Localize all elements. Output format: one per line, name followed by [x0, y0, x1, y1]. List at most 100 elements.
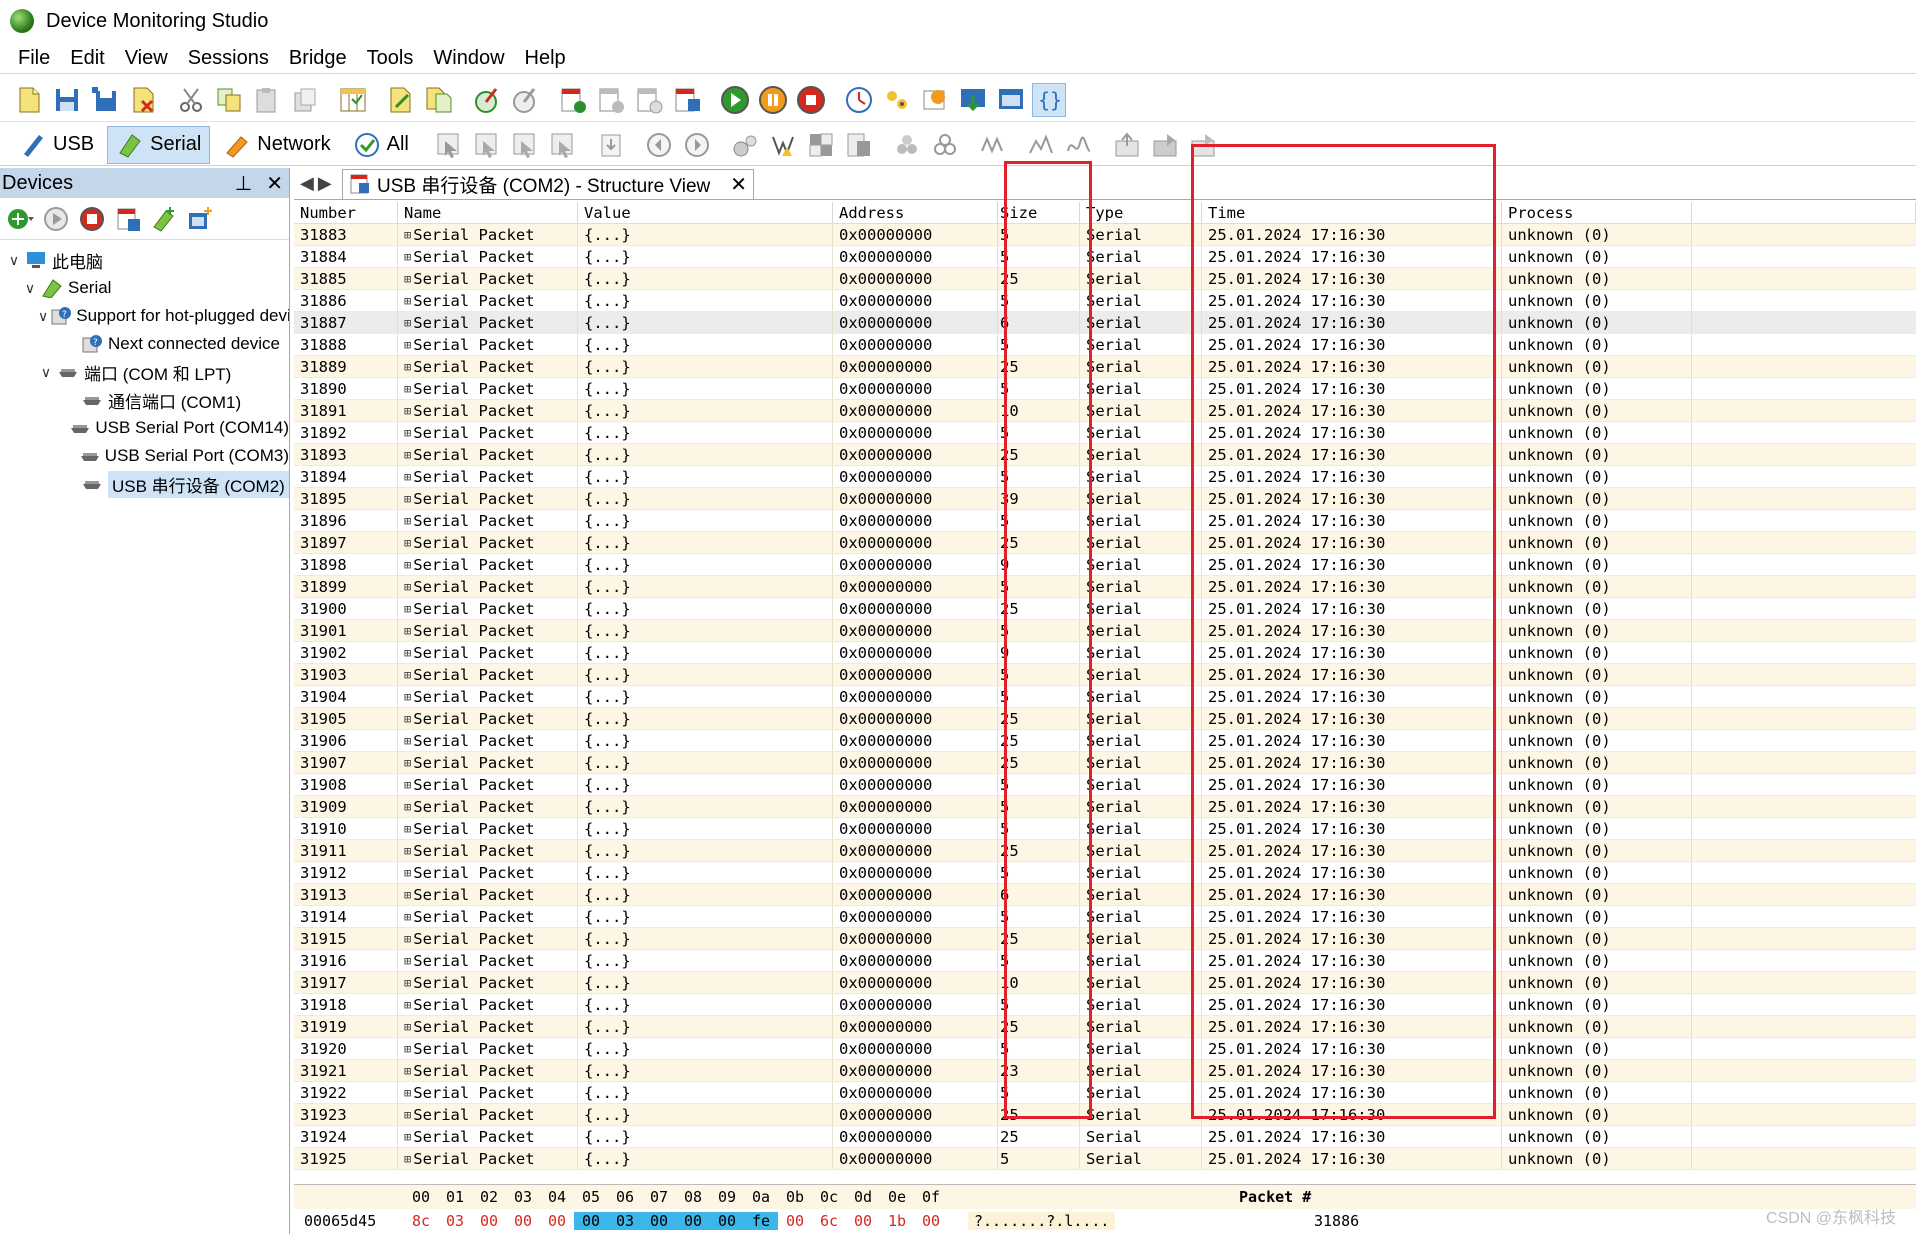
expand-icon[interactable]: ⊞: [404, 338, 411, 352]
expand-icon[interactable]: ⊞: [404, 1020, 411, 1034]
clear-capture-icon[interactable]: [508, 83, 542, 117]
table-row[interactable]: 31923 ⊞ Serial Packet {...} 0x00000000 25 Seri…: [294, 1104, 1916, 1126]
hex-byte[interactable]: 00: [574, 1212, 608, 1230]
chevron-down-icon[interactable]: ∨: [38, 364, 54, 381]
paste-icon[interactable]: [250, 83, 284, 117]
hex-byte[interactable]: 00: [846, 1212, 880, 1230]
tree-item-com14[interactable]: USB Serial Port (COM14): [0, 414, 289, 442]
expand-icon[interactable]: ⊞: [404, 866, 411, 880]
menu-help[interactable]: Help: [515, 47, 576, 70]
tab-structure-view[interactable]: USB 串行设备 (COM2) - Structure View ✕: [342, 168, 755, 199]
table-row[interactable]: 31918 ⊞ Serial Packet {...} 0x00000000 5 Seria…: [294, 994, 1916, 1016]
menu-tools[interactable]: Tools: [357, 47, 424, 70]
filter-settings-icon[interactable]: [728, 128, 762, 162]
tree-item-serial[interactable]: ∨ Serial: [0, 274, 289, 302]
tree-item-com1[interactable]: 通信端口 (COM1): [0, 386, 289, 414]
copy-icon[interactable]: [212, 83, 246, 117]
column-time[interactable]: Time: [1202, 202, 1502, 223]
window-layout-icon[interactable]: [994, 83, 1028, 117]
hex-byte[interactable]: 00: [472, 1212, 506, 1230]
send-icon[interactable]: [1110, 128, 1144, 162]
expand-icon[interactable]: ⊞: [404, 668, 411, 682]
timer-icon[interactable]: [842, 83, 876, 117]
menu-window[interactable]: Window: [423, 47, 514, 70]
tree-item-ports[interactable]: ∨ 端口 (COM 和 LPT): [0, 358, 289, 386]
tree-item-next-connected[interactable]: ? Next connected device: [0, 330, 289, 358]
filter-usb-button[interactable]: USB: [10, 126, 103, 164]
expand-icon[interactable]: ⊞: [404, 492, 411, 506]
waveform-icon[interactable]: [976, 128, 1010, 162]
add-device-icon[interactable]: [150, 205, 178, 233]
table-row[interactable]: 31905 ⊞ Serial Packet {...} 0x00000000 25 Seri…: [294, 708, 1916, 730]
packets-icon[interactable]: [890, 128, 924, 162]
table-row[interactable]: 31892 ⊞ Serial Packet {...} 0x00000000 5 Seria…: [294, 422, 1916, 444]
select-columns-icon[interactable]: [336, 83, 370, 117]
expand-icon[interactable]: ⊞: [404, 602, 411, 616]
options-icon[interactable]: [918, 83, 952, 117]
table-row[interactable]: 31915 ⊞ Serial Packet {...} 0x00000000 25 Seri…: [294, 928, 1916, 950]
tree-item-hot-plugged[interactable]: ∨ ? Support for hot-plugged devices: [0, 302, 289, 330]
table-row[interactable]: 31893 ⊞ Serial Packet {...} 0x00000000 25 Seri…: [294, 444, 1916, 466]
table-row[interactable]: 31912 ⊞ Serial Packet {...} 0x00000000 5 Seria…: [294, 862, 1916, 884]
table-row[interactable]: 31891 ⊞ Serial Packet {...} 0x00000000 10 Seri…: [294, 400, 1916, 422]
table-row[interactable]: 31900 ⊞ Serial Packet {...} 0x00000000 25 Seri…: [294, 598, 1916, 620]
table-row[interactable]: 31910 ⊞ Serial Packet {...} 0x00000000 5 Seria…: [294, 818, 1916, 840]
expand-icon[interactable]: ⊞: [404, 250, 411, 264]
session-settings-icon[interactable]: [594, 83, 628, 117]
table-row[interactable]: 31888 ⊞ Serial Packet {...} 0x00000000 5 Seria…: [294, 334, 1916, 356]
expand-icon[interactable]: ⊞: [404, 888, 411, 902]
expand-icon[interactable]: ⊞: [404, 998, 411, 1012]
hex-byte[interactable]: 00: [914, 1212, 948, 1230]
stop-monitoring-icon[interactable]: [78, 205, 106, 233]
filter-all-button[interactable]: All: [344, 126, 418, 164]
previous-icon[interactable]: [642, 128, 676, 162]
expand-icon[interactable]: ⊞: [404, 558, 411, 572]
table-row[interactable]: 31914 ⊞ Serial Packet {...} 0x00000000 5 Seria…: [294, 906, 1916, 928]
tree-item-this-pc[interactable]: ∨ 此电脑: [0, 246, 289, 274]
expand-icon[interactable]: ⊞: [404, 448, 411, 462]
send-packet-icon[interactable]: [1186, 128, 1220, 162]
pause-icon[interactable]: [756, 83, 790, 117]
hex-byte[interactable]: 03: [608, 1212, 642, 1230]
table-row[interactable]: 31901 ⊞ Serial Packet {...} 0x00000000 5 Seria…: [294, 620, 1916, 642]
capture-icon[interactable]: [470, 83, 504, 117]
tree-item-com2[interactable]: USB 串行设备 (COM2): [0, 470, 289, 498]
expand-icon[interactable]: ⊞: [404, 778, 411, 792]
table-row[interactable]: 31897 ⊞ Serial Packet {...} 0x00000000 25 Seri…: [294, 532, 1916, 554]
save-icon[interactable]: [50, 83, 84, 117]
download-icon[interactable]: [956, 83, 990, 117]
table-row[interactable]: 31898 ⊞ Serial Packet {...} 0x00000000 9 Seria…: [294, 554, 1916, 576]
expand-icon[interactable]: ⊞: [404, 756, 411, 770]
table-row[interactable]: 31894 ⊞ Serial Packet {...} 0x00000000 5 Seria…: [294, 466, 1916, 488]
expand-icon[interactable]: ⊞: [404, 910, 411, 924]
users-icon[interactable]: [880, 83, 914, 117]
hex-byte[interactable]: 1b: [880, 1212, 914, 1230]
table-row[interactable]: 31911 ⊞ Serial Packet {...} 0x00000000 25 Seri…: [294, 840, 1916, 862]
expand-icon[interactable]: ⊞: [404, 1152, 411, 1166]
expand-icon[interactable]: ⊞: [404, 404, 411, 418]
hex-byte[interactable]: fe: [744, 1212, 778, 1230]
device-properties-icon[interactable]: [114, 205, 142, 233]
table-row[interactable]: 31920 ⊞ Serial Packet {...} 0x00000000 5 Seria…: [294, 1038, 1916, 1060]
start-monitoring-icon[interactable]: [42, 205, 70, 233]
select-range-icon[interactable]: [470, 128, 504, 162]
expand-icon[interactable]: ⊞: [404, 426, 411, 440]
table-row[interactable]: 31907 ⊞ Serial Packet {...} 0x00000000 25 Seri…: [294, 752, 1916, 774]
chart-line-icon[interactable]: [1024, 128, 1058, 162]
hex-byte[interactable]: 03: [438, 1212, 472, 1230]
hex-row[interactable]: 00065d45 8c 03 00 00 00 00 03 00 00 00 fe 00 6c 00 1b 0…: [294, 1209, 1916, 1233]
menu-sessions[interactable]: Sessions: [178, 47, 279, 70]
expand-icon[interactable]: ⊞: [404, 1042, 411, 1056]
hex-byte[interactable]: 6c: [812, 1212, 846, 1230]
table-row[interactable]: 31895 ⊞ Serial Packet {...} 0x00000000 39 Seri…: [294, 488, 1916, 510]
session-list-icon[interactable]: [670, 83, 704, 117]
next-icon[interactable]: [680, 128, 714, 162]
table-row[interactable]: 31925 ⊞ Serial Packet {...} 0x00000000 5 Seria…: [294, 1148, 1916, 1170]
hex-byte[interactable]: 00: [540, 1212, 574, 1230]
expand-icon[interactable]: ⊞: [404, 1086, 411, 1100]
close-document-icon[interactable]: [126, 83, 160, 117]
expand-icon[interactable]: ⊞: [404, 976, 411, 990]
expand-icon[interactable]: ⊞: [404, 470, 411, 484]
close-panel-icon[interactable]: ✕: [266, 171, 283, 196]
select-up-icon[interactable]: [508, 128, 542, 162]
